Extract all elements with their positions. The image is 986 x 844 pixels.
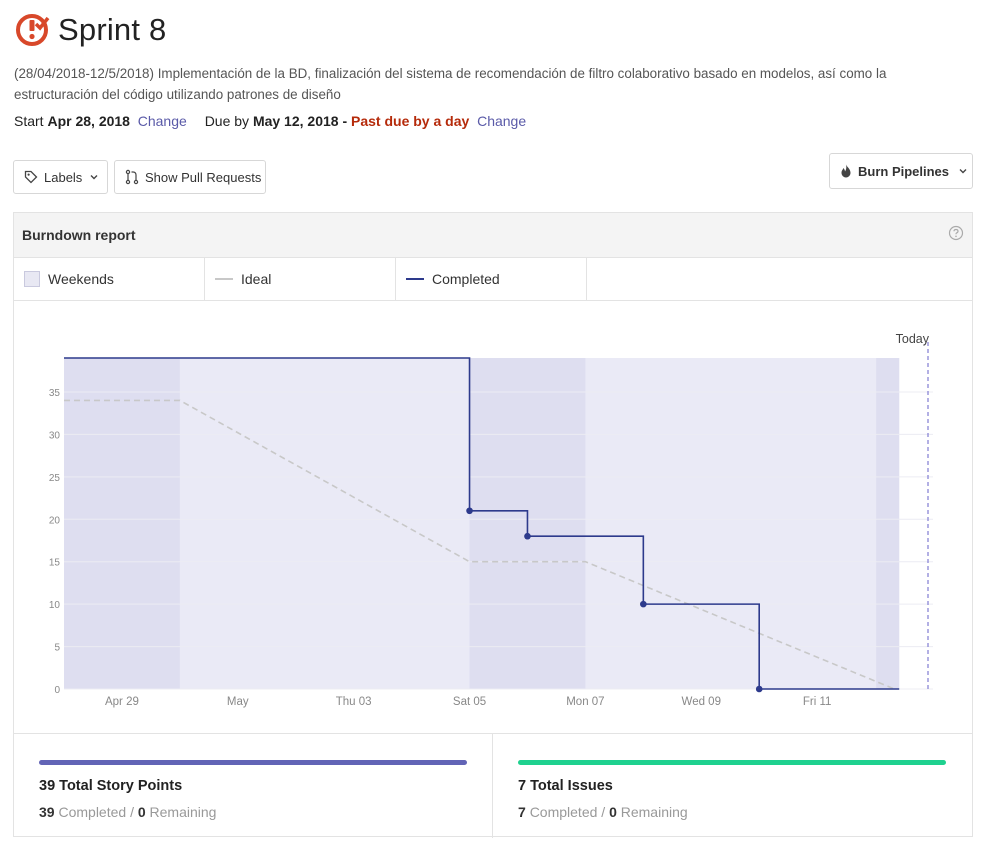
- x-tick-label: Fri 11: [803, 696, 832, 708]
- burn-pipelines-label: Burn Pipelines: [858, 163, 950, 179]
- weekend-band: [64, 358, 180, 689]
- start-date: Apr 28, 2018: [47, 113, 130, 129]
- start-label: Start: [14, 113, 44, 129]
- due-date: May 12, 2018: [252, 113, 339, 129]
- pull-requests-label: Show Pull Requests: [145, 169, 262, 185]
- chevron-down-icon: [90, 175, 98, 180]
- completed-label: Completed: [529, 804, 598, 820]
- separator: /: [130, 804, 134, 820]
- tag-icon: [24, 170, 38, 184]
- change-due-link[interactable]: Change: [477, 113, 526, 129]
- show-pull-requests-button[interactable]: Show Pull Requests: [114, 160, 266, 194]
- legend-ideal[interactable]: Ideal: [205, 258, 396, 300]
- milestone-header: Sprint 8: [14, 12, 166, 48]
- zenhub-logo-icon: [16, 14, 50, 46]
- legend-weekends[interactable]: Weekends: [14, 258, 205, 300]
- y-tick-label: 35: [49, 388, 61, 399]
- issues-summary: 7 Total Issues 7 Completed / 0 Remaining: [493, 734, 972, 838]
- y-tick-label: 30: [49, 430, 61, 441]
- issues-progress-bar: [518, 760, 946, 765]
- story-points-remaining: 0: [137, 804, 146, 820]
- labels-button[interactable]: Labels: [13, 160, 108, 194]
- burn-pipelines-button[interactable]: Burn Pipelines: [829, 153, 973, 189]
- due-separator: -: [342, 113, 348, 129]
- ideal-swatch: [215, 278, 233, 280]
- past-due-badge: Past due by a day: [351, 113, 470, 129]
- story-points-breakdown: 39 Completed / 0 Remaining: [39, 804, 216, 820]
- weekend-swatch: [24, 271, 40, 287]
- y-tick-label: 15: [49, 558, 61, 569]
- change-start-link[interactable]: Change: [138, 113, 187, 129]
- y-tick-label: 0: [54, 685, 60, 696]
- burndown-title: Burndown report: [22, 227, 136, 243]
- burndown-panel: Burndown report Weekends Ideal Completed…: [13, 212, 973, 838]
- story-points-summary: 39 Total Story Points 39 Completed / 0 R…: [14, 734, 493, 838]
- milestone-description: (28/04/2018-12/5/2018) Implementación de…: [14, 66, 887, 102]
- weekend-band: [876, 358, 900, 689]
- completed-label: Completed: [58, 804, 127, 820]
- completed-point: [466, 507, 473, 515]
- completed-point: [640, 600, 647, 608]
- legend-completed-label: Completed: [432, 271, 500, 287]
- issues-total: 7 Total Issues: [518, 778, 613, 794]
- y-tick-label: 10: [49, 600, 61, 611]
- milestone-dates: Start Apr 28, 2018 Change Due by May 12,…: [14, 113, 526, 129]
- today-label: Today: [896, 332, 930, 346]
- legend-completed[interactable]: Completed: [396, 258, 587, 300]
- due-label: Due by: [204, 113, 250, 129]
- x-tick-label: Sat 05: [453, 696, 486, 708]
- legend-weekends-label: Weekends: [48, 271, 114, 287]
- story-points-progress-bar: [39, 760, 467, 765]
- chevron-down-icon: [959, 169, 967, 174]
- page-title: Sprint 8: [58, 12, 167, 47]
- flame-icon: [841, 164, 851, 178]
- x-tick-label: Thu 03: [336, 696, 372, 708]
- completed-point: [755, 685, 763, 693]
- summary: 39 Total Story Points 39 Completed / 0 R…: [14, 733, 972, 838]
- completed-point: [524, 532, 531, 540]
- issues-breakdown: 7 Completed / 0 Remaining: [518, 804, 688, 820]
- labels-button-label: Labels: [44, 169, 83, 185]
- help-icon[interactable]: [948, 225, 964, 241]
- y-tick-label: 20: [49, 515, 61, 526]
- issues-remaining: 0: [609, 804, 617, 820]
- story-points-completed: 39: [39, 804, 55, 820]
- story-points-total: 39 Total Story Points: [39, 778, 183, 794]
- pull-request-icon: [125, 169, 139, 185]
- completed-swatch: [406, 278, 424, 280]
- x-tick-label: Mon 07: [566, 696, 604, 708]
- x-tick-label: Wed 09: [682, 696, 721, 708]
- separator: /: [601, 804, 606, 820]
- y-tick-label: 5: [54, 643, 60, 654]
- issues-completed: 7: [518, 804, 526, 820]
- burndown-header: Burndown report: [14, 213, 972, 258]
- burndown-chart: 0 5 10 15 20 25 30 35 Apr 29 May Thu 03 Sat 05 Mon 0…: [49, 332, 933, 708]
- chart-legend: Weekends Ideal Completed: [14, 258, 972, 301]
- x-tick-label: Apr 29: [105, 696, 139, 708]
- y-tick-label: 25: [49, 473, 61, 484]
- remaining-label: Remaining: [149, 804, 217, 820]
- remaining-label: Remaining: [620, 804, 688, 820]
- x-tick-label: May: [227, 696, 249, 708]
- legend-ideal-label: Ideal: [241, 271, 272, 287]
